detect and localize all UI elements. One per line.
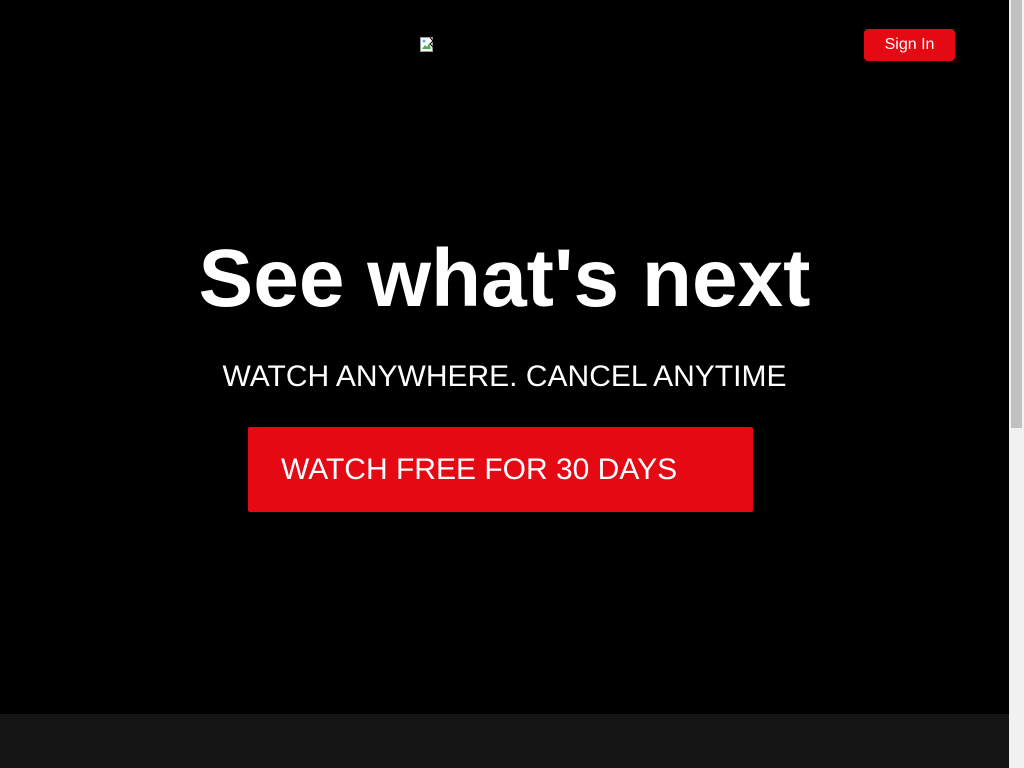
hero-title: See what's next xyxy=(198,233,811,324)
scrollbar-thumb[interactable] xyxy=(1011,0,1022,428)
watch-free-button[interactable]: WATCH FREE FOR 30 DAYS xyxy=(248,427,753,512)
sign-in-button[interactable]: Sign In xyxy=(864,29,955,61)
page: Sign In See what's next WATCH ANYWHERE. … xyxy=(0,0,1024,768)
vertical-scrollbar[interactable] xyxy=(1009,0,1024,768)
broken-image-glyph xyxy=(420,37,434,52)
viewport: Sign In See what's next WATCH ANYWHERE. … xyxy=(0,0,1009,768)
footer-band xyxy=(0,714,1009,768)
hero-subtitle: WATCH ANYWHERE. CANCEL ANYTIME xyxy=(222,360,787,393)
broken-image-icon[interactable] xyxy=(420,37,436,53)
